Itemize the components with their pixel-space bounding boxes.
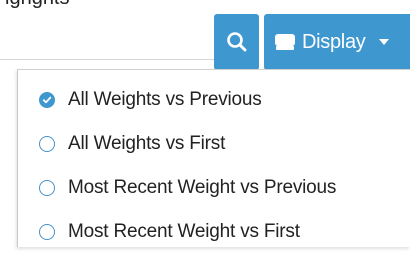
toolbar-area — [0, 8, 214, 70]
menu-item-most-recent-weight-vs-previous[interactable]: Most Recent Weight vs Previous — [18, 166, 410, 210]
radio-checked-icon[interactable] — [39, 92, 55, 108]
display-button-label: Display — [302, 30, 366, 53]
toolbar-divider — [0, 59, 214, 60]
menu-item-label: All Weights vs Previous — [68, 89, 262, 110]
menu-item-label: Most Recent Weight vs First — [68, 221, 300, 242]
menu-item-all-weights-vs-previous[interactable]: All Weights vs Previous — [18, 78, 410, 122]
caret-down-icon — [379, 39, 390, 45]
radio-unchecked-icon[interactable] — [39, 224, 55, 240]
display-menu: All Weights vs Previous All Weights vs F… — [17, 69, 410, 247]
search-icon — [226, 32, 246, 52]
radio-unchecked-icon[interactable] — [39, 136, 55, 152]
menu-item-label: Most Recent Weight vs Previous — [68, 177, 337, 198]
menu-item-label: All Weights vs First — [68, 133, 226, 154]
menu-item-most-recent-weight-vs-first[interactable]: Most Recent Weight vs First — [18, 210, 410, 254]
monitor-icon — [275, 34, 295, 50]
menu-item-all-weights-vs-first[interactable]: All Weights vs First — [18, 122, 410, 166]
search-button[interactable] — [214, 14, 259, 70]
display-dropdown-button[interactable]: Display — [264, 14, 410, 70]
radio-unchecked-icon[interactable] — [39, 180, 55, 196]
clipped-header-text: ighghts — [5, 0, 70, 10]
checkmark-icon — [42, 96, 52, 104]
